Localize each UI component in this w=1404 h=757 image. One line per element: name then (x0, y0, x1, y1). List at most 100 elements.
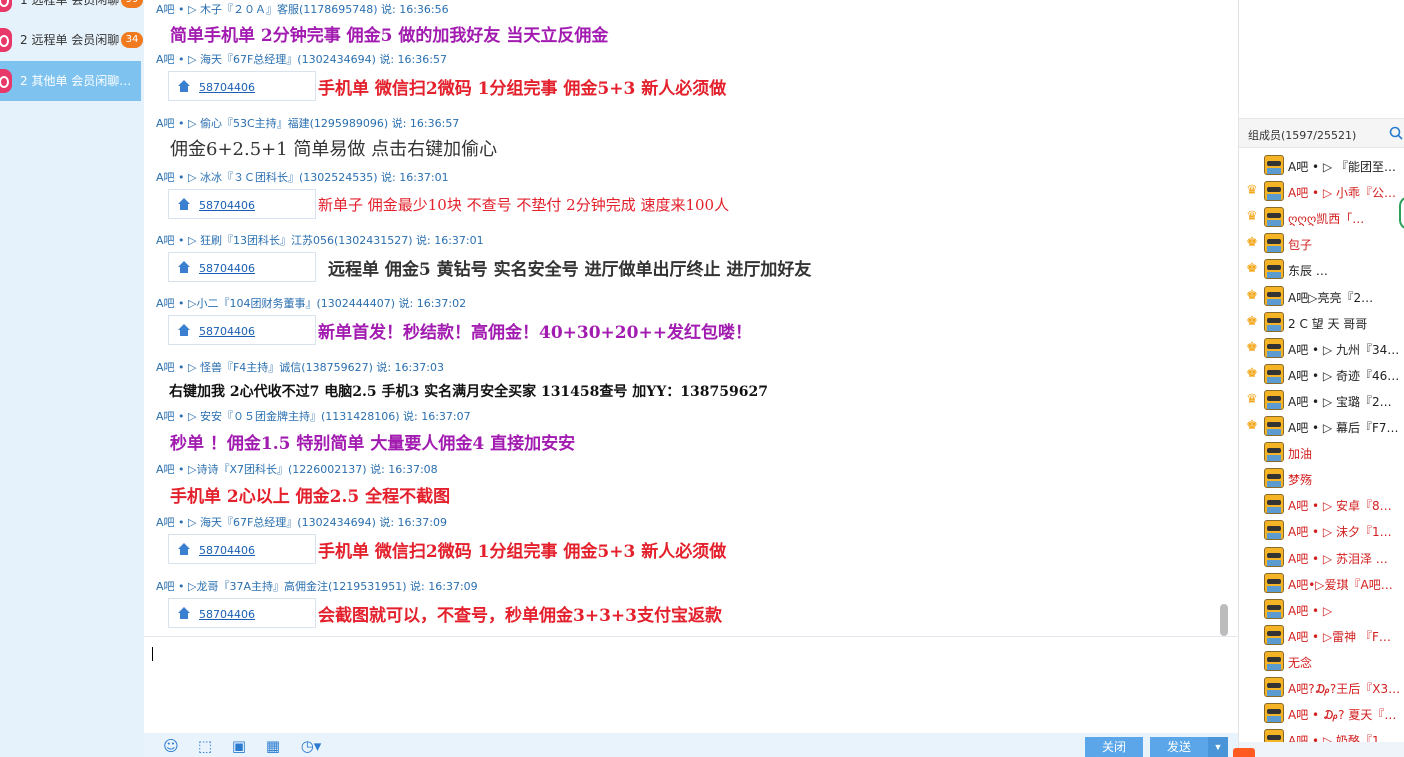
member-item[interactable]: ♛ A吧 • ▷ 小乖『公… (1239, 178, 1404, 204)
member-item[interactable]: ♚ 包子 (1239, 230, 1404, 256)
image-icon[interactable]: ▣ (230, 737, 248, 755)
emoji-icon[interactable]: ☺ (162, 737, 180, 755)
sidebar-item-group-3[interactable]: 2 其他单 会员闲聊… (0, 61, 141, 101)
member-item[interactable]: ♚ A吧 • ▷ 幕后『F7… (1239, 413, 1404, 439)
member-avatar (1264, 468, 1284, 489)
member-avatar (1264, 233, 1284, 254)
member-name: 梦殇 (1288, 473, 1313, 488)
profile-card-link[interactable]: 58704406 (199, 544, 255, 557)
crown-icon: ♛ (1246, 183, 1258, 199)
message-input-area[interactable]: ☺ ⬚ ▣ ▦ ◷▾ 关闭 发送 ▼ (144, 636, 1238, 757)
member-item[interactable]: A吧 • ▷ 苏泪泽 … (1239, 544, 1404, 570)
group-list-sidebar: 1 远程单 会员闲聊 99 2 远程单 会员闲聊 34 2 其他单 会员闲聊… (0, 0, 144, 757)
member-item[interactable]: ♚ 2 C 望 天 哥哥 (1239, 309, 1404, 335)
member-item[interactable]: ♛ ღღღ凯西「… (1239, 204, 1404, 230)
chat-message: A吧 • ▷ 海天『67F总经理』(1302434694) 说: 16:36:5… (156, 52, 726, 101)
member-name: A吧 • ▷ 宝璐『2… (1288, 394, 1392, 409)
member-name: 包子 (1288, 238, 1313, 253)
message-header: A吧 • ▷ 偷心『53C主持』福建(1295989096) 说: 16:36:… (156, 117, 460, 130)
profile-card-link[interactable]: 58704406 (199, 325, 255, 338)
member-name: A吧 • ₯? 夏天『H… (1288, 708, 1403, 723)
chat-message: A吧 • ▷ 怪兽『F4主持』诚信(138759627) 说: 16:37:03… (156, 360, 768, 401)
send-options-dropdown[interactable]: ▼ (1208, 737, 1228, 757)
chat-message: A吧 • ▷小二『104团财务董事』(1302444407) 说: 16:37:… (156, 296, 752, 345)
screenshot-icon[interactable]: ⬚ (196, 737, 214, 755)
message-list[interactable]: A吧 • ▷ 木子『２０Ａ』客服(1178695748) 说: 16:36:56… (144, 0, 1238, 636)
member-item[interactable]: A吧•▷爱琪『A吧… (1239, 570, 1404, 596)
member-panel: 组成员(1597/25521) A吧 • ▷ 『能团至… ♛ A吧 • ▷ 小乖『公… (1233, 0, 1404, 757)
chat-message: A吧 • ▷ 海天『67F总经理』(1302434694) 说: 16:37:0… (156, 515, 726, 564)
profile-card-link[interactable]: 58704406 (199, 81, 255, 94)
profile-card-link[interactable]: 58704406 (199, 262, 255, 275)
sidebar-item-group-1[interactable]: 1 远程单 会员闲聊 99 (0, 0, 143, 20)
member-avatar (1264, 650, 1284, 671)
member-avatar (1264, 389, 1284, 410)
message-text: 新单首发！秒结款！高佣金！40+30+20++发红包喽！ (318, 322, 752, 343)
member-name: ღღღ凯西「… (1288, 212, 1365, 227)
gift-icon: ♚ (1246, 418, 1258, 433)
home-icon (178, 80, 190, 92)
home-icon (178, 198, 190, 210)
member-role-icon (1245, 575, 1259, 591)
member-name: A吧•▷爱琪『A吧… (1288, 577, 1393, 592)
member-name: A吧 • ▷ 幕后『F7… (1288, 421, 1399, 435)
profile-card[interactable]: 58704406 (168, 71, 316, 101)
member-name: A吧 • ▷ 苏泪泽 … (1288, 551, 1388, 566)
chat-message: A吧 • ▷ 偷心『53C主持』福建(1295989096) 说: 16:36:… (156, 116, 497, 161)
message-text: 会截图就可以，不查号，秒单佣金3+3+3支付宝返款 (318, 605, 722, 626)
close-button[interactable]: 关闭 (1085, 737, 1143, 757)
gift-icon: ♚ (1246, 313, 1258, 329)
profile-card-link[interactable]: 58704406 (199, 199, 255, 212)
member-role-icon (1245, 549, 1259, 565)
member-avatar (1264, 703, 1284, 724)
member-item[interactable]: A吧 • ▷ 『能团至… (1239, 152, 1404, 178)
profile-card-link[interactable]: 58704406 (199, 608, 255, 621)
history-clock-icon[interactable]: ◷▾ (298, 737, 324, 755)
member-item[interactable]: ♛ A吧 • ▷ 宝璐『2… (1239, 387, 1404, 413)
member-avatar (1264, 677, 1284, 697)
chat-message: A吧 • ▷诗诗『X7团科长』(1226002137) 说: 16:37:08 … (156, 462, 450, 507)
member-item[interactable]: 加油 (1239, 439, 1404, 465)
search-icon[interactable] (1389, 126, 1403, 140)
member-item[interactable]: A吧 • ▷雷神 『F… (1239, 622, 1404, 648)
member-item[interactable]: ♚ A吧▷亮亮『2… (1239, 283, 1404, 309)
member-name: 2 C 望 天 哥哥 (1288, 316, 1368, 331)
member-name: A吧?₯?王后『X3团… (1288, 682, 1403, 696)
message-text: 手机单 2心以上 佣金2.5 全程不截图 (170, 487, 451, 507)
message-text: 简单手机单 2分钟完事 佣金5 做的加我好友 当天立反佣金 (170, 26, 609, 46)
message-text: 远程单 佣金5 黄钻号 实名安全号 进厅做单出厅终止 进厅加好友 (328, 259, 812, 280)
sidebar-item-label: 1 远程单 会员闲聊 (20, 0, 120, 7)
member-name: A吧 • ▷ 『能团至… (1288, 160, 1396, 174)
member-role-icon (1245, 157, 1259, 173)
member-role-icon (1245, 601, 1259, 617)
app-shortcut-icon[interactable] (1233, 748, 1255, 757)
member-item[interactable]: ♚ A吧 • ▷ 奇迹『46… (1239, 361, 1404, 387)
message-header: A吧 • ▷ 海天『67F总经理』(1302434694) 说: 16:36:5… (156, 53, 447, 66)
member-name: A吧▷亮亮『2… (1288, 290, 1374, 305)
member-name: 东辰 … (1288, 264, 1328, 279)
home-icon (178, 324, 190, 336)
member-item[interactable]: 梦殇 (1239, 465, 1404, 491)
member-name: 无念 (1288, 655, 1313, 670)
member-item[interactable]: A吧 • ▷ (1239, 596, 1404, 622)
profile-card[interactable]: 58704406 (168, 315, 316, 345)
member-avatar (1264, 363, 1284, 384)
profile-card[interactable]: 58704406 (168, 598, 316, 628)
gift-icon[interactable]: ▦ (264, 737, 282, 755)
member-item[interactable]: A吧?₯?王后『X3团… (1239, 674, 1404, 700)
member-item[interactable]: A吧 • ▷ 沫夕『1… (1239, 517, 1404, 543)
member-name: A吧 • ▷ (1288, 603, 1333, 618)
member-item[interactable]: A吧 • ₯? 夏天『H… (1239, 700, 1404, 726)
profile-card[interactable]: 58704406 (168, 534, 316, 564)
member-item[interactable]: ♚ A吧 • ▷ 九州『34… (1239, 335, 1404, 361)
member-item[interactable]: A吧 • ▷ 安卓『8… (1239, 491, 1404, 517)
member-item[interactable]: 无念 (1239, 648, 1404, 674)
chat-scrollbar[interactable] (1220, 604, 1228, 636)
profile-card[interactable]: 58704406 (168, 252, 316, 282)
member-name: A吧 • ▷ 沫夕『1… (1288, 525, 1392, 540)
profile-card[interactable]: 58704406 (168, 189, 316, 219)
unread-badge: 34 (121, 32, 143, 48)
sidebar-item-group-2[interactable]: 2 远程单 会员闲聊 34 (0, 20, 143, 60)
send-button[interactable]: 发送 (1150, 737, 1208, 757)
member-item[interactable]: ♚ 东辰 … (1239, 256, 1404, 282)
